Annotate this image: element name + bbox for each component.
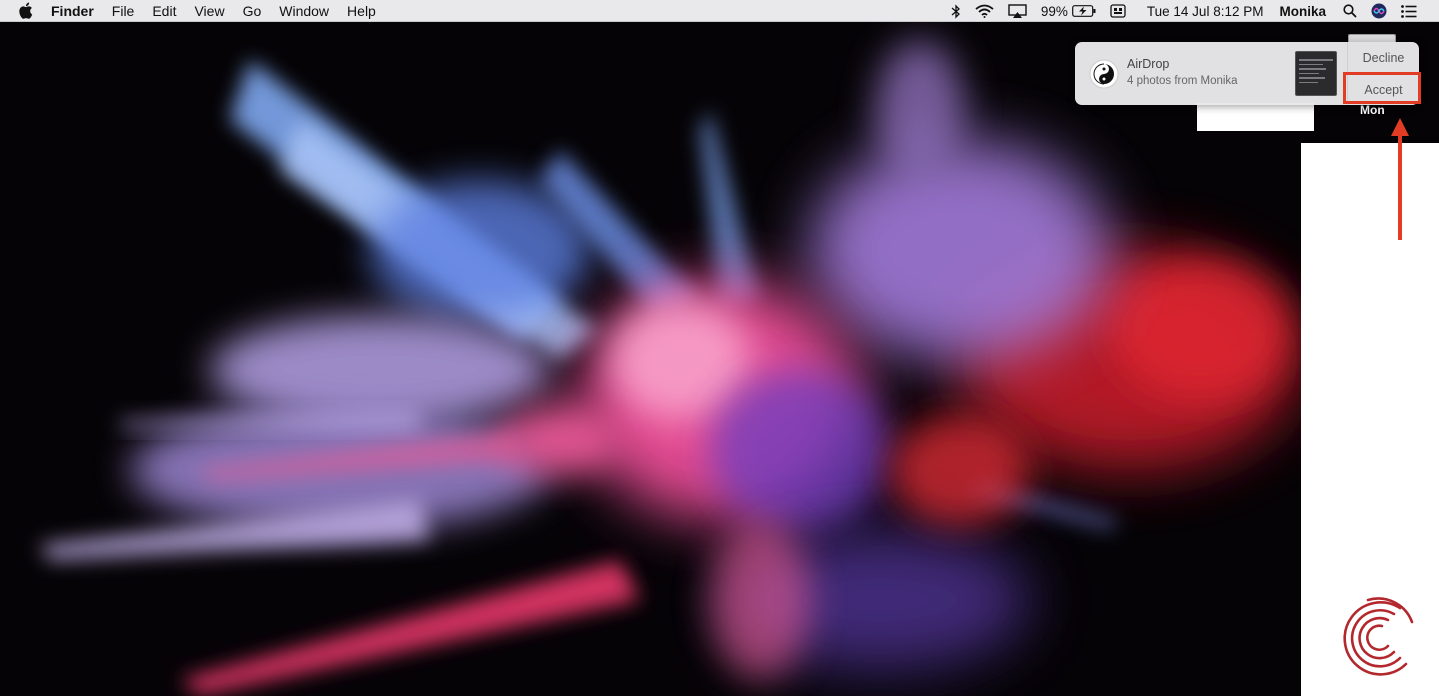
notification-icon-wrap [1075,42,1127,105]
notification-body: AirDrop 4 photos from Monika [1127,42,1295,105]
wifi-icon[interactable] [968,0,1001,22]
menu-file[interactable]: File [103,0,144,22]
menu-help[interactable]: Help [338,0,385,22]
siri-icon[interactable] [1364,0,1394,22]
desktop-item-label[interactable]: Mon [1360,103,1385,117]
accept-highlight-box [1343,72,1421,104]
photo-preview-thumbnail [1295,51,1337,96]
notification-subtitle: 4 photos from Monika [1127,75,1238,87]
menu-clock[interactable]: Tue 14 Jul 8:12 PM [1133,0,1273,22]
menu-go[interactable]: Go [234,0,271,22]
desktop-drive-icon[interactable] [1348,34,1396,42]
menu-app-finder[interactable]: Finder [51,0,103,22]
apple-menu-icon[interactable] [18,0,36,22]
notification-center-icon[interactable] [1394,0,1439,22]
menu-view[interactable]: View [185,0,233,22]
battery-charging-icon [1072,5,1096,17]
menu-edit[interactable]: Edit [143,0,185,22]
input-menu-icon[interactable] [1103,0,1133,22]
menu-window[interactable]: Window [270,0,338,22]
yin-yang-avatar-icon [1089,59,1119,88]
battery-percent: 99% [1040,3,1068,19]
battery-status[interactable]: 99% [1034,0,1103,22]
desktop-file-label-patch [1197,103,1314,131]
notification-title: AirDrop [1127,57,1170,71]
decline-button[interactable]: Decline [1348,42,1419,73]
watermark-logo-icon [1343,597,1414,676]
menu-user[interactable]: Monika [1272,0,1336,22]
arrow-up-icon [1391,118,1409,240]
airplay-icon[interactable] [1001,0,1034,22]
menu-bar: Finder File Edit View Go Window Help 99% [0,0,1439,22]
spotlight-search-icon[interactable] [1336,0,1364,22]
bluetooth-icon[interactable] [944,0,968,22]
